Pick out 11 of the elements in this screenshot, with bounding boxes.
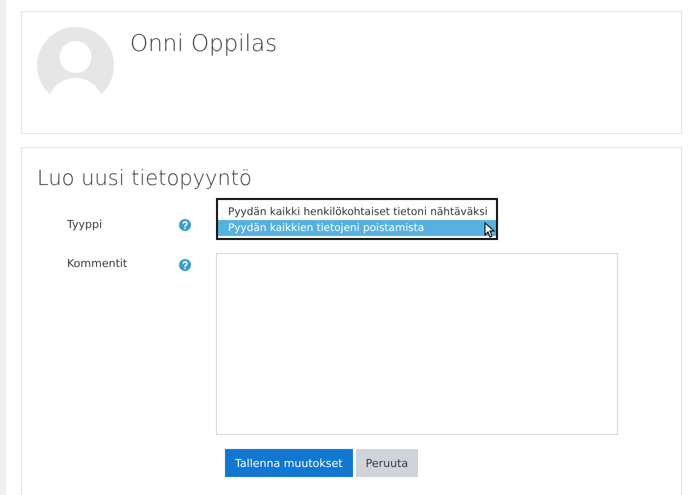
help-icon[interactable] xyxy=(179,259,191,271)
field-label: Kommentit xyxy=(66,256,128,270)
form-title: Luo uusi tietopyyntö xyxy=(37,166,253,190)
cursor-icon xyxy=(484,222,495,238)
cancel-button[interactable]: Peruuta xyxy=(356,449,418,477)
help-icon[interactable] xyxy=(179,219,191,231)
save-button[interactable]: Tallenna muutokset xyxy=(225,449,353,477)
user-name: Onni Oppilas xyxy=(130,30,278,59)
field-label: Tyyppi xyxy=(66,217,104,231)
dropdown-list[interactable]: Pyydän kaikki henkilökohtaiset tietoni nähtäväksi Pyydän kaikkien tietojeni poistamista xyxy=(216,198,498,240)
comments-field[interactable] xyxy=(216,253,618,435)
